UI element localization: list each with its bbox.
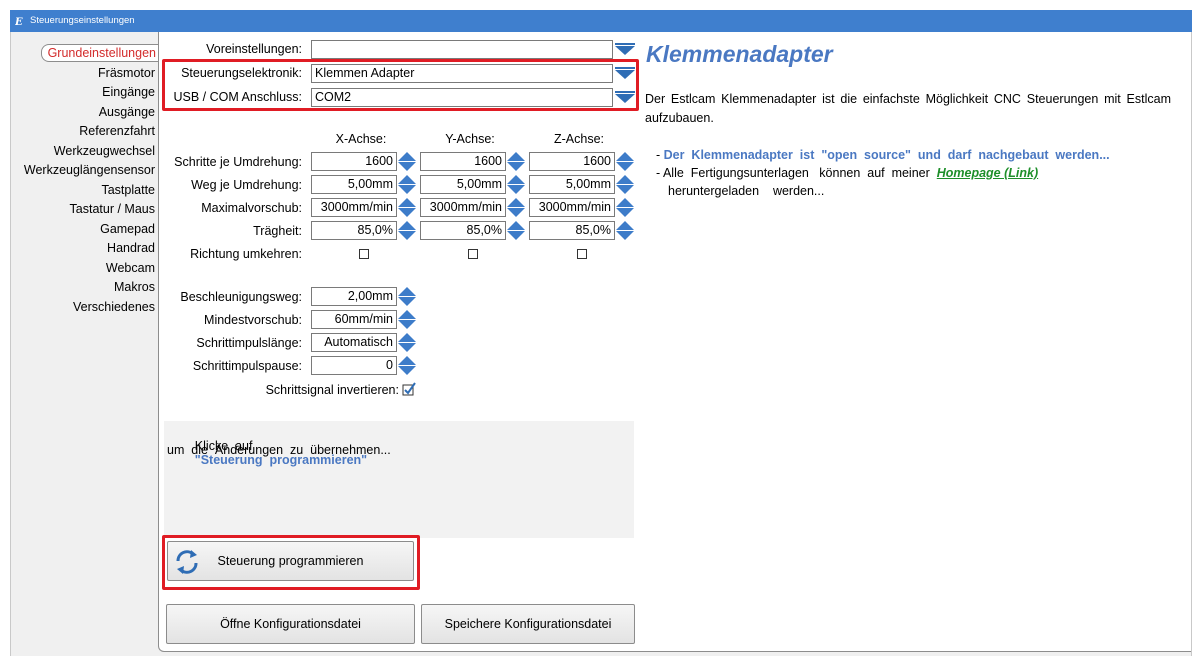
x-steps-spinner-icon[interactable] bbox=[398, 152, 416, 171]
z-steps-spinner-icon[interactable] bbox=[616, 152, 634, 171]
pulse-pause-label: Schrittimpulspause: bbox=[192, 359, 302, 373]
window-title: Steuerungseinstellungen bbox=[30, 15, 135, 26]
sidebar-item-eingaenge[interactable]: Eingänge bbox=[102, 84, 155, 100]
info-bullet-2-text: Alle Fertigungsunterlagen können auf mei… bbox=[662, 166, 930, 180]
steps-per-rev-label: Schritte je Umdrehung: bbox=[174, 155, 302, 169]
x-inertia-input[interactable]: 85,0% bbox=[311, 221, 397, 240]
accel-distance-spinner-icon[interactable] bbox=[398, 287, 416, 306]
y-max-feed-input[interactable]: 3000mm/min bbox=[420, 198, 506, 217]
pulse-length-spinner-icon[interactable] bbox=[398, 333, 416, 352]
min-feed-spinner-icon[interactable] bbox=[398, 310, 416, 329]
sidebar-item-makros[interactable]: Makros bbox=[114, 279, 155, 295]
sidebar-item-werkzeuglaengensensor[interactable]: Werkzeuglängensensor bbox=[24, 162, 155, 178]
sidebar-item-verschiedenes[interactable]: Verschiedenes bbox=[73, 299, 155, 315]
invert-step-signal-checkbox[interactable] bbox=[402, 382, 416, 396]
content-panel: Voreinstellungen: Steuerungselektronik: … bbox=[158, 32, 1191, 652]
pulse-length-input[interactable]: Automatisch bbox=[311, 333, 397, 352]
y-inertia-spinner-icon[interactable] bbox=[507, 221, 525, 240]
info-bullet-2: - Alle Fertigungsunterlagen können auf m… bbox=[656, 166, 1039, 180]
save-config-button[interactable]: Speichere Konfigurationsdatei bbox=[421, 604, 635, 644]
accel-distance-input[interactable]: 2,00mm bbox=[311, 287, 397, 306]
x-inertia-spinner-icon[interactable] bbox=[398, 221, 416, 240]
z-distance-spinner-icon[interactable] bbox=[616, 175, 634, 194]
settings-window: Grundeinstellungen Fräsmotor Eingänge Au… bbox=[10, 32, 1192, 656]
x-axis-header: X-Achse: bbox=[335, 132, 387, 146]
sidebar-item-gamepad[interactable]: Gamepad bbox=[100, 221, 155, 237]
app-logo-icon: E bbox=[15, 17, 23, 27]
y-inertia-input[interactable]: 85,0% bbox=[420, 221, 506, 240]
highlight-program-button bbox=[162, 535, 420, 590]
presets-dropdown[interactable] bbox=[311, 40, 613, 59]
title-bar: E Steuerungseinstellungen bbox=[10, 10, 1192, 32]
info-description: Der Estlcam Klemmenadapter ist die einfa… bbox=[645, 92, 1171, 125]
y-distance-spinner-icon[interactable] bbox=[507, 175, 525, 194]
y-steps-per-rev-input[interactable]: 1600 bbox=[420, 152, 506, 171]
highlight-electronics-port bbox=[162, 59, 639, 111]
y-reverse-checkbox[interactable] bbox=[468, 249, 478, 259]
z-inertia-input[interactable]: 85,0% bbox=[529, 221, 615, 240]
invert-step-signal-label: Schrittsignal invertieren: bbox=[265, 383, 399, 397]
z-distance-per-rev-input[interactable]: 5,00mm bbox=[529, 175, 615, 194]
y-axis-header: Y-Achse: bbox=[445, 132, 495, 146]
sidebar-item-handrad[interactable]: Handrad bbox=[107, 240, 155, 256]
info-bullet-1-text: Der Klemmenadapter ist "open source" und… bbox=[663, 148, 1110, 162]
homepage-link[interactable]: Homepage (Link) bbox=[937, 166, 1038, 180]
sidebar-item-tastplatte[interactable]: Tastplatte bbox=[101, 182, 155, 198]
z-reverse-checkbox[interactable] bbox=[577, 249, 587, 259]
z-max-feed-input[interactable]: 3000mm/min bbox=[529, 198, 615, 217]
z-axis-header: Z-Achse: bbox=[553, 132, 604, 146]
sidebar-item-webcam[interactable]: Webcam bbox=[106, 260, 155, 276]
x-distance-spinner-icon[interactable] bbox=[398, 175, 416, 194]
sidebar-item-referenzfahrt[interactable]: Referenzfahrt bbox=[79, 123, 155, 139]
y-distance-per-rev-input[interactable]: 5,00mm bbox=[420, 175, 506, 194]
sidebar-item-fraesmotor[interactable]: Fräsmotor bbox=[98, 65, 155, 81]
sidebar-item-ausgaenge[interactable]: Ausgänge bbox=[99, 104, 155, 120]
y-steps-spinner-icon[interactable] bbox=[507, 152, 525, 171]
sidebar-item-tastatur-maus[interactable]: Tastatur / Maus bbox=[70, 201, 155, 217]
pulse-length-label: Schrittimpulslänge: bbox=[196, 336, 302, 350]
svg-text:E: E bbox=[15, 17, 23, 27]
x-max-feed-spinner-icon[interactable] bbox=[398, 198, 416, 217]
info-title: Klemmenadapter bbox=[646, 41, 833, 67]
pulse-pause-spinner-icon[interactable] bbox=[398, 356, 416, 375]
z-inertia-spinner-icon[interactable] bbox=[616, 221, 634, 240]
min-feed-input[interactable]: 60mm/min bbox=[311, 310, 397, 329]
sidebar-item-werkzeugwechsel[interactable]: Werkzeugwechsel bbox=[54, 143, 155, 159]
distance-per-rev-label: Weg je Umdrehung: bbox=[191, 178, 302, 192]
open-config-button[interactable]: Öffne Konfigurationsdatei bbox=[166, 604, 415, 644]
presets-dropdown-arrow-icon[interactable] bbox=[615, 46, 635, 55]
reverse-direction-label: Richtung umkehren: bbox=[190, 247, 302, 261]
hint-line-2: um die Änderungen zu übernehmen... bbox=[167, 443, 391, 457]
info-bullet-1: - Der Klemmenadapter ist "open source" u… bbox=[656, 148, 1110, 162]
pulse-pause-input[interactable]: 0 bbox=[311, 356, 397, 375]
x-reverse-checkbox[interactable] bbox=[359, 249, 369, 259]
z-steps-per-rev-input[interactable]: 1600 bbox=[529, 152, 615, 171]
z-max-feed-spinner-icon[interactable] bbox=[616, 198, 634, 217]
x-steps-per-rev-input[interactable]: 1600 bbox=[311, 152, 397, 171]
sidebar-item-grundeinstellungen[interactable]: Grundeinstellungen bbox=[40, 44, 160, 62]
x-max-feed-input[interactable]: 3000mm/min bbox=[311, 198, 397, 217]
accel-distance-label: Beschleunigungsweg: bbox=[180, 290, 302, 304]
presets-label: Voreinstellungen: bbox=[206, 42, 302, 56]
hint-box: Klicke auf "Steuerung programmieren" um … bbox=[164, 421, 634, 538]
y-max-feed-spinner-icon[interactable] bbox=[507, 198, 525, 217]
x-distance-per-rev-input[interactable]: 5,00mm bbox=[311, 175, 397, 194]
dropdown-arrow-bar bbox=[615, 43, 635, 45]
info-bullet-2-continuation: heruntergeladen werden... bbox=[668, 184, 825, 198]
inertia-label: Trägheit: bbox=[253, 224, 302, 238]
max-feed-label: Maximalvorschub: bbox=[201, 201, 302, 215]
min-feed-label: Mindestvorschub: bbox=[204, 313, 302, 327]
